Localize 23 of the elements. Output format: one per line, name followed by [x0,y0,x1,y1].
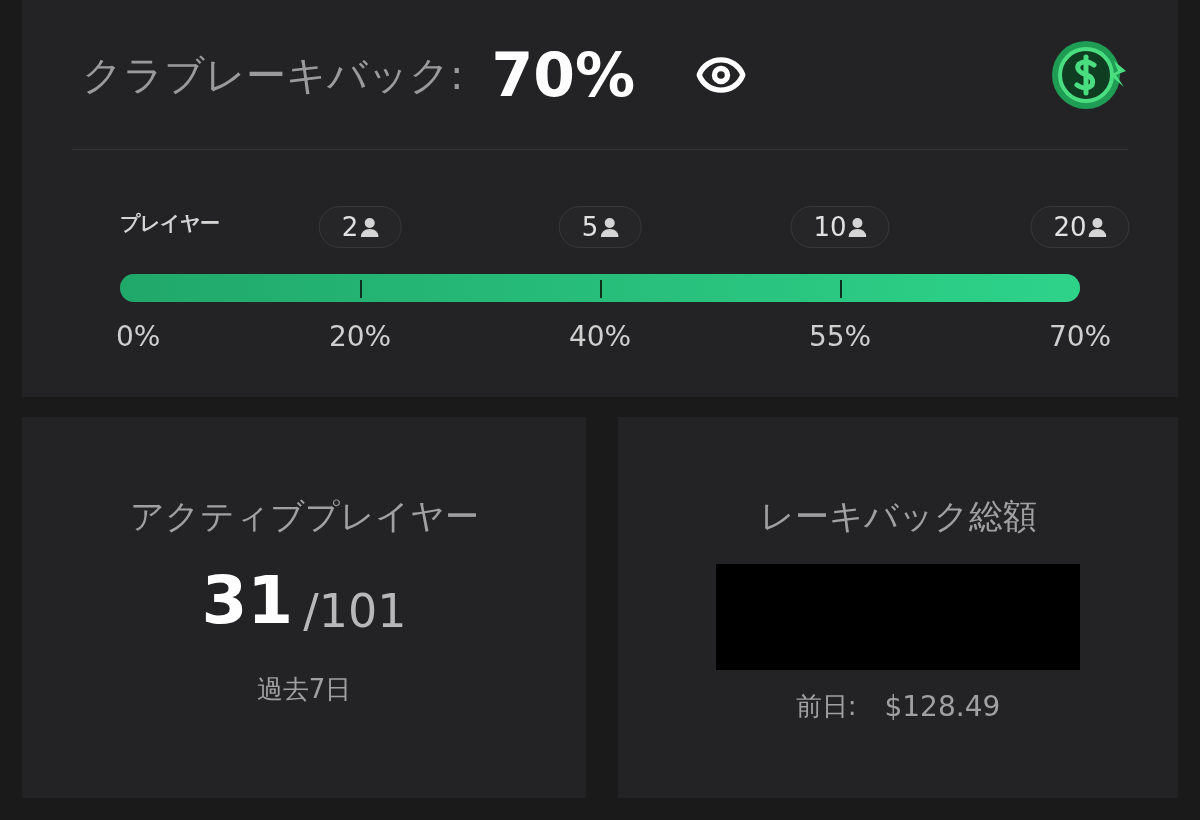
previous-day-value: $128.49 [884,688,1001,725]
previous-day-label: 前日: [795,690,857,724]
period-label: 過去7日 [256,672,352,706]
rakeback-total-title: レーキバック総額 [759,494,1037,538]
person-icon [1088,217,1107,237]
percent-label: 70% [1048,319,1112,355]
person-icon [600,217,619,237]
player-count-bubble: 10 [790,206,890,248]
players-label: プレイヤー [120,210,220,237]
active-count: 31 [201,567,294,634]
total-count: /101 [303,587,407,634]
percent-label: 55% [808,319,872,355]
person-icon [360,217,379,237]
active-players-title: アクティブプレイヤー [129,494,479,538]
player-count-bubble: 20 [1030,206,1130,248]
player-count-bubble: 5 [558,206,642,248]
player-count-bubble: 2 [318,206,402,248]
percent-label: 0% [116,319,161,355]
percent-label: 20% [328,319,392,355]
rakeback-value: 70% [491,38,636,112]
rakeback-label: クラブレーキバック: [82,50,464,100]
person-icon [848,217,867,237]
percent-label: 40% [568,319,632,355]
